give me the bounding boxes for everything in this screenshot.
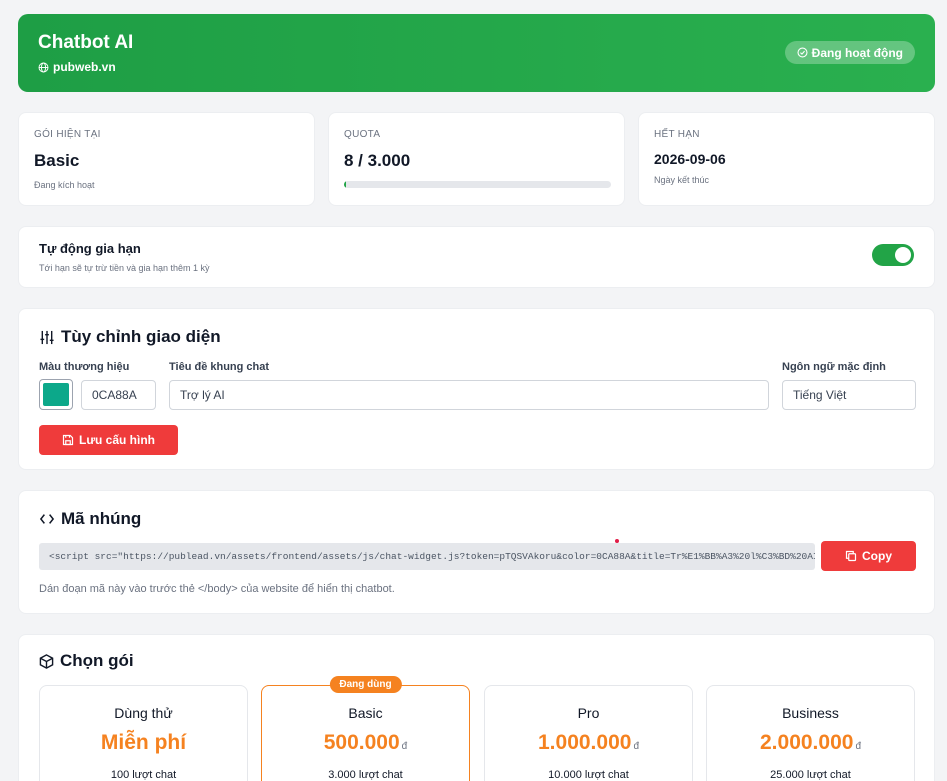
language-label: Ngôn ngữ mặc định bbox=[782, 361, 886, 373]
embed-hint: Dán đoạn mã này vào trước thẻ </body> củ… bbox=[39, 583, 395, 595]
plans-title-text: Chọn gói bbox=[60, 651, 134, 670]
embed-code-text: <script src="https://publead.vn/assets/f… bbox=[49, 551, 815, 562]
globe-icon bbox=[38, 62, 49, 72]
expiry-label: HẾT HẠN bbox=[654, 129, 700, 140]
plan-name: Basic bbox=[348, 705, 383, 721]
embed-code-box[interactable]: <script src="https://publead.vn/assets/f… bbox=[39, 543, 815, 570]
current-plan-card: GÓI HIỆN TẠI Basic Đang kích hoạt bbox=[18, 112, 315, 206]
expiry-value: 2026-09-06 bbox=[654, 151, 726, 167]
customize-title-text: Tùy chỉnh giao diện bbox=[61, 327, 221, 346]
status-text: Đang hoạt động bbox=[811, 45, 903, 60]
copy-button[interactable]: Copy bbox=[821, 541, 916, 571]
autorenew-title: Tự động gia hạn bbox=[39, 241, 141, 256]
quota-progress-bar bbox=[344, 181, 611, 188]
current-plan-badge: Đang dùng bbox=[329, 676, 402, 693]
language-select[interactable] bbox=[782, 380, 916, 410]
current-plan-value: Basic bbox=[34, 151, 80, 170]
plan-price: 500.000 đ bbox=[262, 731, 469, 755]
plan-price-value: 2.000.000 bbox=[760, 731, 854, 754]
embed-title-text: Mã nhúng bbox=[61, 509, 142, 528]
plan-card-business[interactable]: Business 2.000.000 đ 25.000 lượt chat bbox=[706, 685, 915, 781]
plan-price-value: Miễn phí bbox=[100, 731, 187, 754]
plan-price: 1.000.000 đ bbox=[485, 731, 692, 755]
brand-color-picker[interactable] bbox=[39, 379, 73, 410]
plan-name: Dùng thử bbox=[114, 705, 173, 721]
save-icon bbox=[62, 434, 74, 446]
plan-price-value: 500.000 bbox=[323, 731, 400, 754]
plan-quota: 10.000 lượt chat bbox=[548, 769, 629, 781]
box-icon bbox=[39, 653, 54, 669]
autorenew-card: Tự động gia hạn Tới hạn sẽ tự trừ tiền v… bbox=[18, 226, 935, 288]
plans-card: Chọn gói Dùng thử Miễn phí 100 lượt chat… bbox=[18, 634, 935, 781]
check-circle-icon bbox=[797, 47, 808, 58]
toggle-knob bbox=[895, 247, 911, 263]
customize-card: Tùy chỉnh giao diện Màu thương hiệu Tiêu… bbox=[18, 308, 935, 470]
expiry-sub: Ngày kết thúc bbox=[654, 175, 710, 185]
plan-currency: đ bbox=[855, 741, 861, 752]
chat-title-label: Tiêu đề khung chat bbox=[169, 361, 270, 373]
chat-title-input[interactable] bbox=[169, 380, 769, 410]
plan-currency: đ bbox=[401, 741, 408, 752]
brand-color-input[interactable] bbox=[81, 380, 156, 410]
current-plan-label: GÓI HIỆN TẠI bbox=[34, 129, 101, 140]
quota-label: QUOTA bbox=[344, 129, 381, 140]
autorenew-desc: Tới hạn sẽ tự trừ tiền và gia hạn thêm 1… bbox=[39, 263, 210, 273]
plan-name: Pro bbox=[577, 705, 600, 721]
status-badge: Đang hoạt động bbox=[784, 41, 915, 64]
plans-title: Chọn gói bbox=[39, 651, 134, 671]
quota-value: 8 / 3.000 bbox=[344, 151, 411, 170]
plan-currency: đ bbox=[633, 741, 639, 752]
autorenew-toggle[interactable] bbox=[872, 244, 914, 266]
plan-quota: 3.000 lượt chat bbox=[328, 769, 403, 781]
code-icon bbox=[39, 514, 55, 524]
brand-color-swatch bbox=[43, 383, 69, 406]
expiry-card: HẾT HẠN 2026-09-06 Ngày kết thúc bbox=[638, 112, 935, 206]
plan-name: Business bbox=[782, 705, 839, 721]
plan-card-basic[interactable]: Đang dùng Basic 500.000 đ 3.000 lượt chat bbox=[261, 676, 470, 781]
chatbot-header: Chatbot AI pubweb.vn Đang hoạt động bbox=[18, 14, 935, 92]
brand-color-label: Màu thương hiệu bbox=[39, 361, 130, 373]
plan-card-trial[interactable]: Dùng thử Miễn phí 100 lượt chat bbox=[39, 685, 248, 781]
quota-progress-fill bbox=[344, 181, 346, 188]
chatbot-title: Chatbot AI bbox=[38, 32, 134, 53]
current-plan-sub: Đang kích hoạt bbox=[34, 180, 95, 190]
embed-title: Mã nhúng bbox=[39, 509, 141, 529]
customize-title: Tùy chỉnh giao diện bbox=[39, 327, 221, 347]
plan-price: 2.000.000 đ bbox=[707, 731, 914, 755]
embed-card: Mã nhúng <script src="https://publead.vn… bbox=[18, 490, 935, 614]
chatbot-domain: pubweb.vn bbox=[38, 60, 116, 74]
plan-quota: 100 lượt chat bbox=[110, 769, 177, 781]
sliders-icon bbox=[40, 330, 54, 344]
plan-price: Miễn phí bbox=[40, 731, 247, 755]
save-config-label: Lưu cấu hình bbox=[78, 433, 156, 447]
save-config-button[interactable]: Lưu cấu hình bbox=[39, 425, 178, 455]
plan-price-value: 1.000.000 bbox=[538, 731, 632, 754]
plan-quota: 25.000 lượt chat bbox=[770, 769, 851, 781]
quota-card: QUOTA 8 / 3.000 bbox=[328, 112, 625, 206]
plan-card-pro[interactable]: Pro 1.000.000 đ 10.000 lượt chat bbox=[484, 685, 693, 781]
copy-icon bbox=[845, 550, 857, 562]
copy-label: Copy bbox=[862, 549, 892, 563]
domain-text: pubweb.vn bbox=[53, 60, 116, 74]
